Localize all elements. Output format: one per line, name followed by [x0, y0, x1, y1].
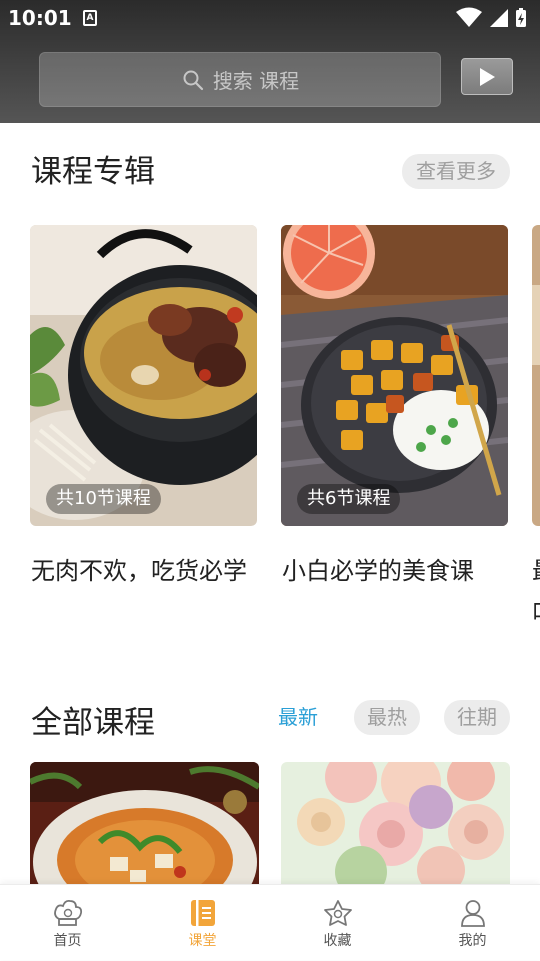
album-card-2[interactable]: 共6节课程 — [281, 225, 508, 526]
tab-classroom[interactable]: 课堂 — [135, 885, 270, 961]
book-icon — [190, 900, 215, 926]
course-card-2[interactable] — [281, 762, 510, 887]
search-placeholder: 搜索 课程 — [212, 69, 300, 93]
albums-section-title: 课程专辑 — [31, 154, 155, 190]
soup-bowl-image — [30, 762, 259, 887]
album-title-1[interactable]: 无肉不欢，吃货必学 — [31, 550, 256, 592]
bottom-tab-bar: 首页 课堂 收藏 我的 — [0, 884, 540, 960]
play-icon — [480, 67, 495, 86]
tab-favorites-label: 收藏 — [323, 933, 352, 949]
filter-past[interactable]: 往期 — [444, 700, 510, 735]
album-title-2[interactable]: 小白必学的美食课 — [282, 550, 507, 592]
tab-mine[interactable]: 我的 — [405, 885, 540, 961]
all-courses-title: 全部课程 — [31, 705, 155, 741]
album-card-3[interactable] — [532, 225, 540, 526]
filter-hottest[interactable]: 最热 — [354, 700, 420, 735]
tab-home-label: 首页 — [53, 933, 82, 949]
album-badge: 共6节课程 — [297, 484, 401, 514]
search-icon — [183, 70, 203, 90]
search-bar[interactable]: 搜索 课程 — [39, 52, 441, 107]
album-image-partial — [532, 225, 540, 526]
tab-mine-label: 我的 — [458, 933, 487, 949]
system-status-icons — [456, 7, 526, 27]
tab-favorites[interactable]: 收藏 — [270, 885, 405, 961]
star-icon — [323, 900, 352, 926]
album-badge: 共10节课程 — [46, 484, 161, 514]
album-title-3[interactable]: 最叫 — [532, 550, 540, 634]
filter-latest[interactable]: 最新 — [272, 700, 324, 735]
status-time: 10:01 — [8, 6, 72, 30]
flower-cake-image — [281, 762, 510, 887]
tab-home[interactable]: 首页 — [0, 885, 135, 961]
view-more-button[interactable]: 查看更多 — [402, 154, 510, 189]
wifi-icon — [456, 7, 482, 27]
curry-rice-image — [281, 225, 508, 526]
signal-icon — [490, 9, 508, 27]
person-icon — [460, 900, 485, 927]
play-button[interactable] — [461, 58, 513, 95]
tab-classroom-label: 课堂 — [188, 933, 217, 949]
stew-pot-image — [30, 225, 257, 526]
course-card-1[interactable] — [30, 762, 259, 887]
album-card-1[interactable]: 共10节课程 — [30, 225, 257, 526]
header: 10:01 A 搜索 课程 — [0, 0, 540, 123]
notification-icon: A — [83, 10, 97, 26]
status-bar: 10:01 A — [0, 0, 540, 36]
chef-hat-icon — [53, 899, 82, 926]
